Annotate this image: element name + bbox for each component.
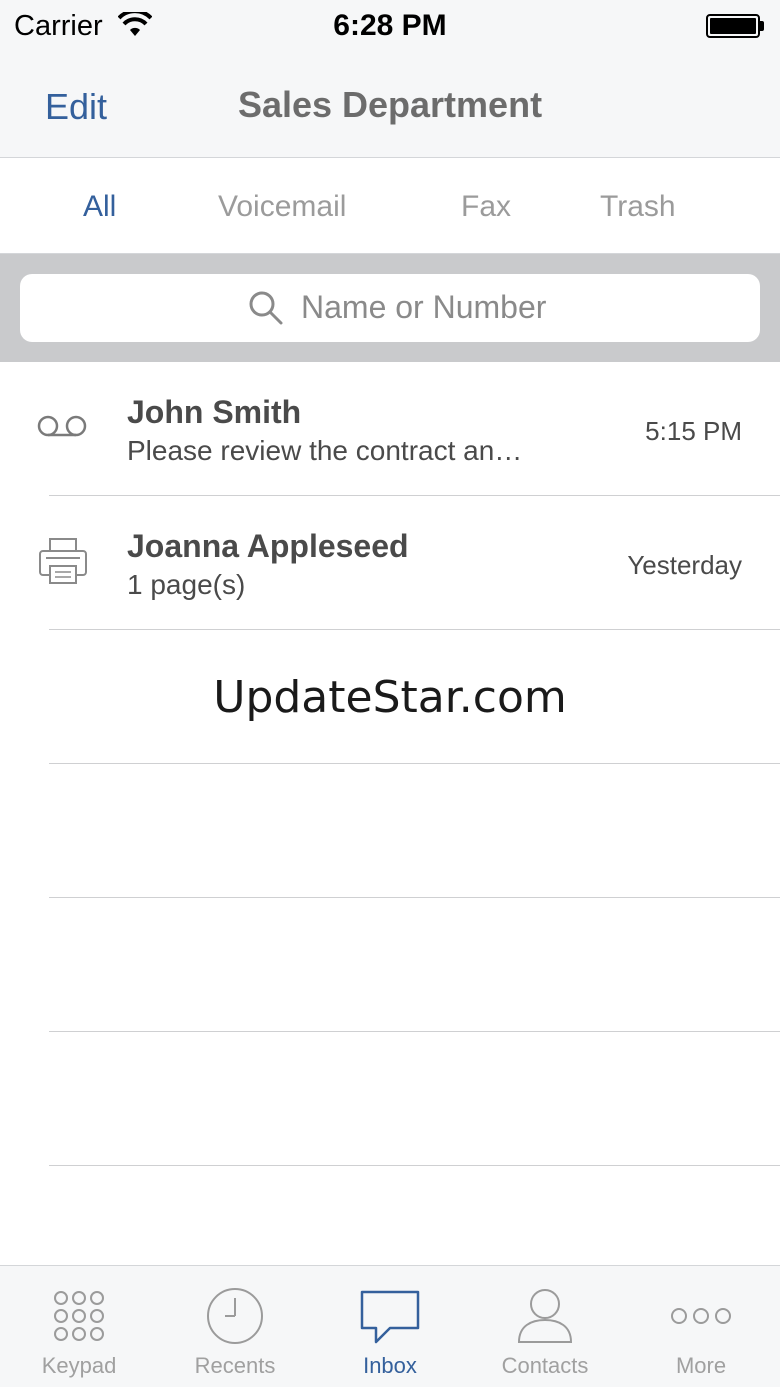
tab-label: Recents <box>194 1353 276 1378</box>
more-dots-icon <box>671 1308 731 1324</box>
message-time: 5:15 PM <box>645 416 742 446</box>
navigation-bar: Edit Sales Department <box>0 54 780 158</box>
search-input[interactable]: Name or Number <box>20 274 760 342</box>
person-icon <box>517 1289 573 1343</box>
tab-voicemail[interactable]: Voicemail <box>218 190 346 224</box>
message-preview: 1 page(s) <box>127 569 246 600</box>
status-bar: Carrier 6:28 PM <box>0 0 780 54</box>
tab-label: Keypad <box>41 1353 117 1378</box>
tab-fax[interactable]: Fax <box>461 190 511 224</box>
clock-icon <box>207 1288 263 1344</box>
watermark: UpdateStar.com <box>213 672 567 723</box>
message-time: Yesterday <box>627 550 742 580</box>
chat-bubble-icon <box>360 1290 420 1344</box>
divider <box>49 1165 780 1166</box>
search-icon <box>249 291 283 325</box>
tab-more[interactable]: More <box>623 1266 779 1387</box>
tab-recents[interactable]: Recents <box>157 1266 313 1387</box>
tab-trash[interactable]: Trash <box>600 190 676 224</box>
list-item[interactable]: Joanna Appleseed 1 page(s) Yesterday <box>0 496 780 630</box>
contact-name: John Smith <box>127 394 302 430</box>
tab-keypad[interactable]: Keypad <box>1 1266 157 1387</box>
tab-inbox[interactable]: Inbox <box>312 1266 468 1387</box>
divider <box>49 1031 780 1032</box>
tab-bar: Keypad Recents Inbox Contacts More <box>0 1265 780 1387</box>
contact-name: Joanna Appleseed <box>127 528 409 564</box>
tab-label: More <box>675 1353 727 1378</box>
list-item[interactable]: John Smith Please review the contract an… <box>0 362 780 496</box>
search-placeholder: Name or Number <box>301 289 547 325</box>
status-time: 6:28 PM <box>333 9 447 42</box>
message-preview: Please review the contract an… <box>127 435 523 466</box>
search-bar: Name or Number <box>0 254 780 362</box>
tab-all[interactable]: All <box>83 190 116 224</box>
divider <box>49 897 780 898</box>
fax-icon <box>39 538 87 584</box>
voicemail-icon <box>37 415 87 437</box>
battery-icon <box>706 14 764 38</box>
divider <box>49 763 780 764</box>
tab-contacts[interactable]: Contacts <box>467 1266 623 1387</box>
filter-tabs: All Voicemail Fax Trash <box>0 158 780 254</box>
tab-label: Inbox <box>363 1353 417 1378</box>
keypad-icon <box>54 1291 104 1341</box>
page-title: Sales Department <box>237 84 543 125</box>
divider <box>49 629 780 630</box>
tab-label: Contacts <box>501 1353 589 1378</box>
